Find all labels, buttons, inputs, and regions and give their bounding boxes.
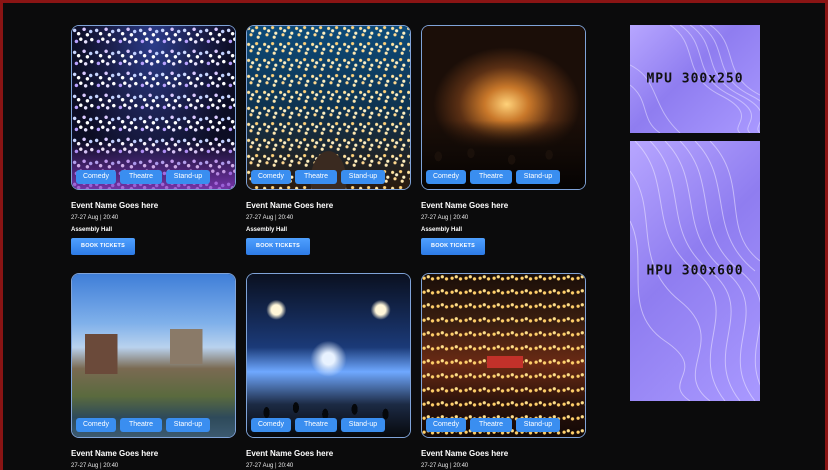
event-venue: Assembly Hall (421, 227, 463, 233)
tag-theatre[interactable]: Theatre (470, 170, 512, 184)
event-tags: Comedy Theatre Stand-up (251, 170, 385, 184)
event-date: 27-27 Aug | 20:40 (246, 463, 294, 469)
event-name[interactable]: Event Name Goes here (246, 201, 333, 210)
event-tags: Comedy Theatre Stand-up (76, 418, 210, 432)
event-tags: Comedy Theatre Stand-up (426, 170, 560, 184)
hpu-ad[interactable]: HPU 300x600 (630, 141, 760, 401)
event-date: 27-27 Aug | 20:40 (71, 463, 119, 469)
event-venue: Assembly Hall (71, 227, 113, 233)
tag-stand-up[interactable]: Stand-up (166, 418, 210, 432)
event-name[interactable]: Event Name Goes here (71, 201, 158, 210)
tag-comedy[interactable]: Comedy (426, 418, 466, 432)
tag-stand-up[interactable]: Stand-up (341, 170, 385, 184)
event-image[interactable]: Comedy Theatre Stand-up (71, 273, 236, 438)
tag-theatre[interactable]: Theatre (120, 170, 162, 184)
hpu-ad-label: HPU 300x600 (646, 263, 744, 279)
event-date: 27-27 Aug | 20:40 (421, 463, 469, 469)
event-name[interactable]: Event Name Goes here (71, 449, 158, 458)
tag-comedy[interactable]: Comedy (251, 418, 291, 432)
event-image[interactable]: Comedy Theatre Stand-up (246, 273, 411, 438)
tag-stand-up[interactable]: Stand-up (341, 418, 385, 432)
tag-theatre[interactable]: Theatre (295, 170, 337, 184)
event-name[interactable]: Event Name Goes here (421, 449, 508, 458)
tag-stand-up[interactable]: Stand-up (516, 170, 560, 184)
mpu-ad-label: MPU 300x250 (646, 71, 744, 87)
tag-stand-up[interactable]: Stand-up (166, 170, 210, 184)
book-tickets-button[interactable]: BOOK TICKETS (421, 238, 485, 255)
tag-theatre[interactable]: Theatre (295, 418, 337, 432)
event-image[interactable]: Comedy Theatre Stand-up (71, 25, 236, 190)
tag-comedy[interactable]: Comedy (251, 170, 291, 184)
tag-theatre[interactable]: Theatre (470, 418, 512, 432)
event-name[interactable]: Event Name Goes here (246, 449, 333, 458)
event-image[interactable]: Comedy Theatre Stand-up (246, 25, 411, 190)
event-tags: Comedy Theatre Stand-up (426, 418, 560, 432)
tag-comedy[interactable]: Comedy (426, 170, 466, 184)
event-tags: Comedy Theatre Stand-up (251, 418, 385, 432)
tag-theatre[interactable]: Theatre (120, 418, 162, 432)
event-tags: Comedy Theatre Stand-up (76, 170, 210, 184)
tag-comedy[interactable]: Comedy (76, 170, 116, 184)
event-date: 27-27 Aug | 20:40 (246, 215, 294, 221)
book-tickets-button[interactable]: BOOK TICKETS (71, 238, 135, 255)
mpu-ad[interactable]: MPU 300x250 (630, 25, 760, 133)
tag-stand-up[interactable]: Stand-up (516, 418, 560, 432)
event-date: 27-27 Aug | 20:40 (71, 215, 119, 221)
book-tickets-button[interactable]: BOOK TICKETS (246, 238, 310, 255)
event-date: 27-27 Aug | 20:40 (421, 215, 469, 221)
event-image[interactable]: Comedy Theatre Stand-up (421, 273, 586, 438)
event-image[interactable]: Comedy Theatre Stand-up (421, 25, 586, 190)
event-name[interactable]: Event Name Goes here (421, 201, 508, 210)
tag-comedy[interactable]: Comedy (76, 418, 116, 432)
event-venue: Assembly Hall (246, 227, 288, 233)
